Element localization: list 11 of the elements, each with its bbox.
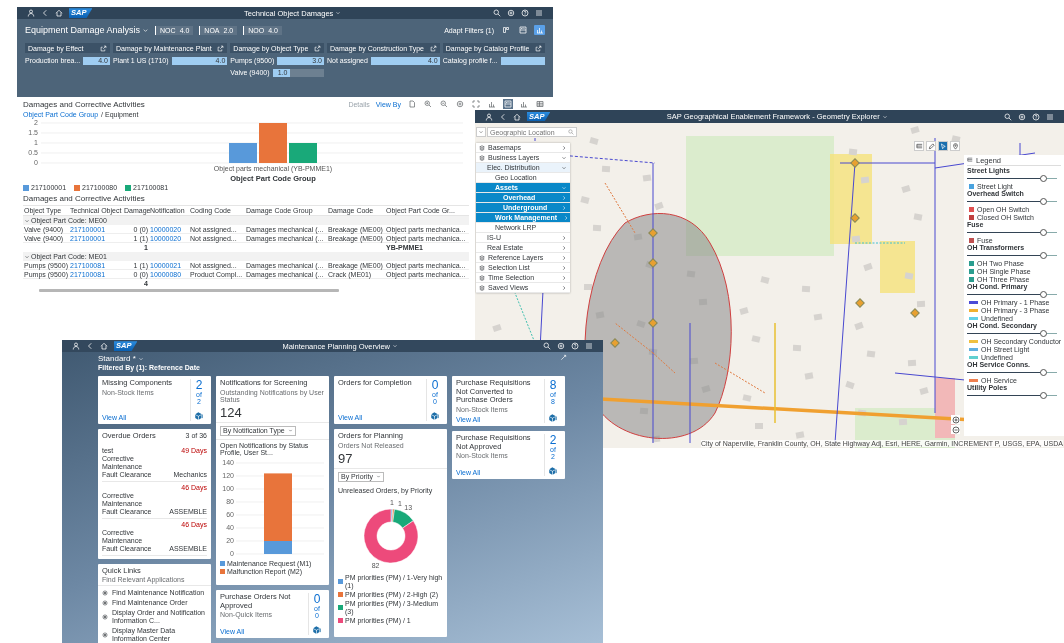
kpi-value: 0: [313, 593, 321, 605]
kpi-value: 124: [220, 404, 243, 420]
page-title-menu[interactable]: Equipment Damage Analysis: [25, 25, 150, 35]
kpi-value: 2: [195, 379, 203, 391]
table-title: Damages and Corrective Activities: [23, 194, 145, 205]
kpi-value: 8: [549, 379, 557, 391]
kpi-value: 2: [549, 433, 557, 446]
kpi-value: 0: [431, 379, 439, 391]
section-title: Damages and Corrective Activities: [23, 99, 145, 109]
variant-menu[interactable]: Standard *: [98, 354, 200, 363]
kpi-value: 97: [338, 450, 354, 466]
